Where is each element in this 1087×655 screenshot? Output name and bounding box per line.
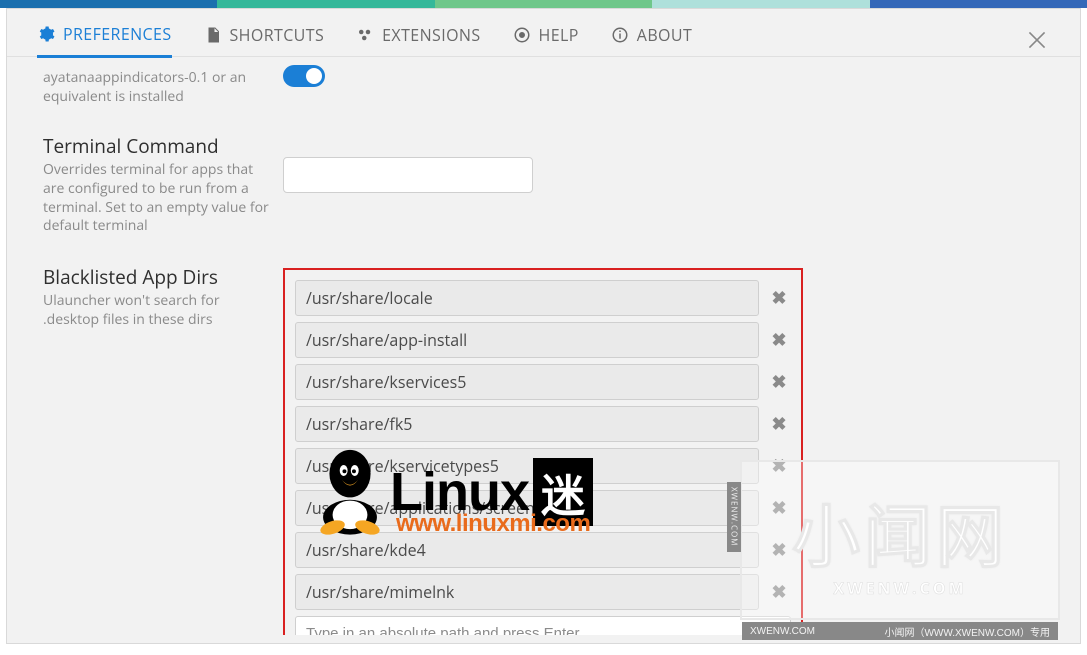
tab-label: SHORTCUTS	[230, 24, 325, 46]
tab-help[interactable]: HELP	[513, 24, 579, 46]
blacklist-path[interactable]: /usr/share/app-install	[295, 322, 759, 358]
xwen-strip: XWENW.COM 小闻网（WWW.XWENW.COM）专用	[742, 622, 1058, 640]
blacklist-path[interactable]: /usr/share/fk5	[295, 406, 759, 442]
terminal-command-row: Terminal Command Overrides terminal for …	[43, 133, 1044, 237]
remove-icon[interactable]: ✖	[767, 412, 791, 436]
tab-about[interactable]: ABOUT	[611, 24, 692, 46]
info-icon	[611, 26, 629, 44]
remove-icon[interactable]: ✖	[767, 328, 791, 352]
blacklist-path[interactable]: /usr/share/mimelnk	[295, 574, 759, 610]
xwen-main-text: 小闻网	[792, 482, 1008, 581]
xwen-strip-left: XWENW.COM	[750, 626, 815, 637]
blacklist-item: /usr/share/app-install ✖	[295, 322, 791, 358]
blacklist-item: /usr/share/mimelnk ✖	[295, 574, 791, 610]
xwen-strip-right: 小闻网（WWW.XWENW.COM）专用	[884, 624, 1050, 639]
xwen-sub-text: XWENW.COM	[833, 577, 966, 599]
blacklist-title: Blacklisted App Dirs	[43, 264, 273, 290]
tab-label: HELP	[539, 24, 579, 46]
tab-extensions[interactable]: EXTENSIONS	[356, 24, 480, 46]
tray-setting-row: ayatanaappindicators-0.1 or an equivalen…	[43, 69, 1044, 107]
tab-label: EXTENSIONS	[382, 24, 480, 46]
close-button[interactable]	[1024, 27, 1050, 58]
xwen-watermark: XWENW.COM 小闻网 XWENW.COM XWENW.COM 小闻网（WW…	[740, 460, 1060, 620]
tab-label: ABOUT	[637, 24, 692, 46]
tab-shortcuts[interactable]: SHORTCUTS	[204, 24, 325, 46]
blacklist-add-input[interactable]	[295, 616, 791, 635]
gear-icon	[37, 25, 55, 43]
blacklist-item: /usr/share/kservices5 ✖	[295, 364, 791, 400]
linux-url: www.linuxmi.com	[396, 510, 590, 538]
blacklist-item: /usr/share/fk5 ✖	[295, 406, 791, 442]
blacklist-path[interactable]: /usr/share/locale	[295, 280, 759, 316]
tray-desc: ayatanaappindicators-0.1 or an equivalen…	[43, 69, 283, 107]
xwen-side-label: XWENW.COM	[727, 482, 741, 552]
blacklist-path[interactable]: /usr/share/kservices5	[295, 364, 759, 400]
terminal-desc: Overrides terminal for apps that are con…	[43, 161, 273, 237]
help-icon	[513, 26, 531, 44]
top-color-strip	[0, 0, 1087, 8]
blacklist-add-row	[295, 616, 791, 635]
tray-toggle[interactable]	[283, 65, 325, 87]
tab-bar: PREFERENCES SHORTCUTS EXTENSIONS HELP AB…	[7, 9, 1080, 57]
blacklist-desc: Ulauncher won't search for .desktop file…	[43, 292, 273, 330]
terminal-command-input[interactable]	[283, 157, 533, 193]
blacklist-item: /usr/share/locale ✖	[295, 280, 791, 316]
tux-icon	[310, 442, 390, 542]
remove-icon[interactable]: ✖	[767, 370, 791, 394]
document-icon	[204, 26, 222, 44]
terminal-title: Terminal Command	[43, 133, 273, 159]
puzzle-icon	[356, 26, 374, 44]
tab-preferences[interactable]: PREFERENCES	[37, 23, 172, 58]
tab-label: PREFERENCES	[63, 23, 172, 45]
remove-icon[interactable]: ✖	[767, 286, 791, 310]
